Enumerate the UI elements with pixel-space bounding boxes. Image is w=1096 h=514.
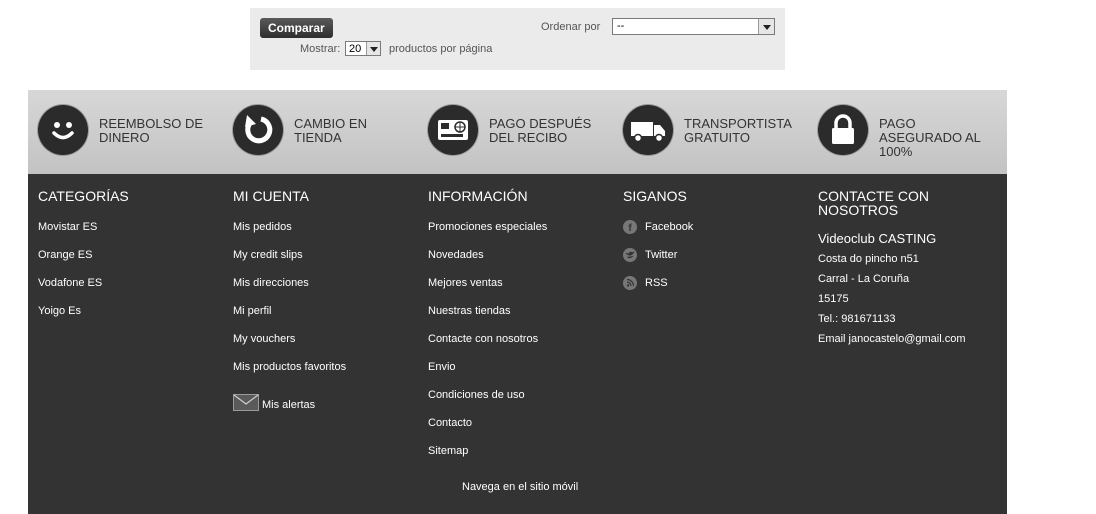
reassurance-label: Cambio en tienda xyxy=(294,116,367,145)
footer: Categorías Movistar ES Orange ES Vodafon… xyxy=(28,174,1007,514)
mobile-site-link[interactable]: Navega en el sitio móvil xyxy=(462,481,578,493)
envelope-icon xyxy=(233,394,259,411)
alerts-label: Mis alertas xyxy=(262,399,316,411)
rss-link[interactable]: RSS xyxy=(623,276,693,304)
facebook-label: Facebook xyxy=(645,221,694,233)
footer-link[interactable]: My vouchers xyxy=(233,332,346,360)
footer-link[interactable]: Sitemap xyxy=(428,444,547,472)
rss-icon xyxy=(623,276,637,290)
sort-label: Ordenar por xyxy=(541,21,601,33)
twitter-link[interactable]: Twitter xyxy=(623,248,693,276)
footer-link[interactable]: Promociones especiales xyxy=(428,220,547,248)
footer-link[interactable]: Condiciones de uso xyxy=(428,388,547,416)
footer-link[interactable]: My credit slips xyxy=(233,248,346,276)
reassurance-label: Reembolso de dinero xyxy=(99,116,204,145)
footer-link[interactable]: Movistar ES xyxy=(38,220,102,248)
products-per-page-value: 20 xyxy=(349,43,362,55)
contact-address: Costa do pincho n51 xyxy=(818,253,919,265)
exchange-arrow-icon xyxy=(233,105,283,155)
facebook-icon: f xyxy=(623,220,637,234)
reassurance-label: Pago después del recibo xyxy=(489,116,592,145)
footer-link[interactable]: Mejores ventas xyxy=(428,276,547,304)
compare-button[interactable]: Comparar xyxy=(260,18,333,38)
footer-heading: Mi cuenta xyxy=(233,188,309,204)
footer-link[interactable]: Contacto xyxy=(428,416,547,444)
contact-email[interactable]: Email janocastelo@gmail.com xyxy=(818,332,966,352)
chevron-down-icon[interactable] xyxy=(366,42,380,55)
footer-heading: Categorías xyxy=(38,188,129,204)
show-label: Mostrar: xyxy=(300,43,341,55)
facebook-link[interactable]: f Facebook xyxy=(623,220,693,248)
product-toolbar: Comparar Mostrar: 20 productos por págin… xyxy=(250,8,785,70)
footer-link[interactable]: Novedades xyxy=(428,248,547,276)
rss-label: RSS xyxy=(645,277,668,289)
twitter-label: Twitter xyxy=(645,249,678,261)
footer-heading: Contacte con nosotros xyxy=(818,188,929,218)
contact-city: Carral - La Coruña xyxy=(818,273,910,285)
svg-text:f: f xyxy=(628,223,632,234)
truck-icon xyxy=(623,105,673,155)
chevron-down-icon[interactable] xyxy=(758,19,774,34)
smiley-icon xyxy=(38,105,88,155)
footer-link[interactable]: Mi perfil xyxy=(233,304,346,332)
twitter-icon xyxy=(623,248,637,262)
contact-postcode: 15175 xyxy=(818,293,849,305)
footer-link[interactable]: Nuestras tiendas xyxy=(428,304,547,332)
footer-link[interactable]: Yoigo Es xyxy=(38,304,102,332)
footer-link[interactable]: Vodafone ES xyxy=(38,276,102,304)
reassurance-band: Reembolso de dinero Cambio en tienda Pag… xyxy=(28,90,1007,174)
products-per-page-select[interactable]: 20 xyxy=(345,41,381,56)
contact-name: Videoclub CASTING xyxy=(818,231,937,246)
footer-link[interactable]: Contacte con nosotros xyxy=(428,332,547,360)
sort-select[interactable]: -- xyxy=(612,18,775,35)
reassurance-label: Transportista gratuito xyxy=(684,116,792,145)
contact-phone: Tel.: 981671133 xyxy=(818,313,896,325)
footer-heading: Siganos xyxy=(623,188,687,204)
footer-link[interactable]: Mis pedidos xyxy=(233,220,346,248)
reassurance-label: Pago asegurado al 100% xyxy=(879,116,981,159)
footer-heading: Información xyxy=(428,188,528,204)
alerts-link[interactable]: Mis alertas xyxy=(233,394,315,411)
footer-link[interactable]: Mis productos favoritos xyxy=(233,360,346,388)
footer-link[interactable]: Orange ES xyxy=(38,248,102,276)
footer-link[interactable]: Mis direcciones xyxy=(233,276,346,304)
per-page-label: productos por página xyxy=(389,43,493,55)
sort-value: -- xyxy=(617,20,625,32)
footer-link[interactable]: Envio xyxy=(428,360,547,388)
payment-card-icon xyxy=(428,105,478,155)
lock-icon xyxy=(818,105,868,155)
